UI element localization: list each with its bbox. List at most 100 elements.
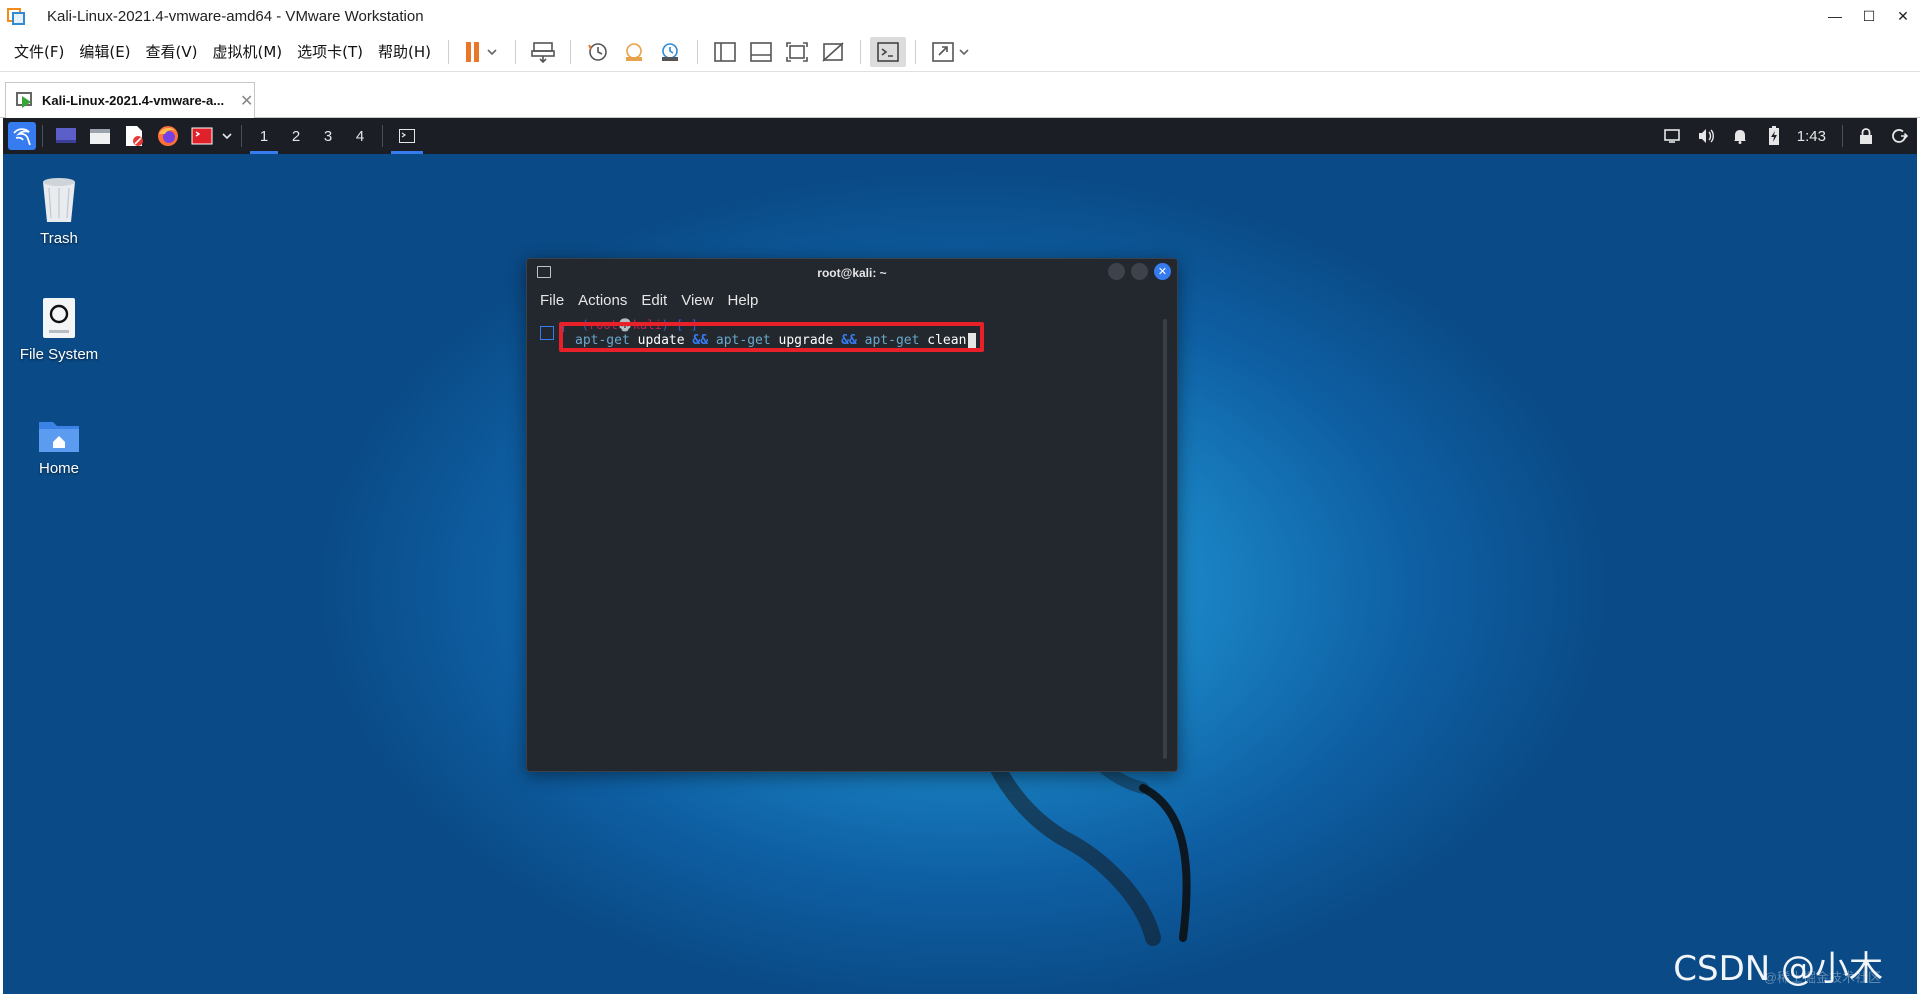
desktop-icon-home[interactable]: Home <box>3 416 119 477</box>
terminal-maximize-button[interactable] <box>1131 263 1148 280</box>
menu-help[interactable]: 帮助(H) <box>371 41 439 62</box>
menu-file[interactable]: 文件(F) <box>7 41 72 62</box>
terminal-close-button[interactable]: ✕ <box>1154 263 1171 280</box>
desktop-icon-trash[interactable]: Trash <box>3 176 119 247</box>
red-terminal-icon <box>191 127 213 145</box>
panel-separator <box>382 125 383 147</box>
revert-snapshot-icon <box>626 42 643 61</box>
panel-clock[interactable]: 1:43 <box>1791 128 1836 145</box>
lock-screen-button[interactable] <box>1849 118 1883 154</box>
panel-separator <box>42 125 43 147</box>
pause-icon <box>466 41 497 62</box>
toolbar-divider <box>515 39 517 64</box>
taskbar-terminal-window[interactable] <box>389 118 425 154</box>
close-window-button[interactable]: ✕ <box>1886 0 1920 32</box>
stretch-guest-button[interactable] <box>925 37 977 67</box>
terminal-minimize-button[interactable] <box>1108 263 1125 280</box>
desktop-icon-label: File System <box>19 346 99 363</box>
kali-top-panel: 1 2 3 4 1:43 <box>3 118 1917 154</box>
library-panel-icon <box>714 41 736 62</box>
terminal-titlebar[interactable]: root@kali: ~ ✕ <box>527 259 1177 286</box>
window-titlebar: Kali-Linux-2021.4-vmware-amd64 - VMware … <box>0 0 1920 32</box>
stretch-guest-icon <box>932 41 969 62</box>
workspace-4[interactable]: 4 <box>344 118 376 154</box>
launcher-dropdown[interactable] <box>221 123 233 149</box>
terminal-scrollbar[interactable] <box>1163 319 1167 759</box>
toolbar-divider <box>915 39 917 64</box>
text-editor-button[interactable] <box>121 123 147 149</box>
monitor-icon <box>1663 129 1680 143</box>
lock-icon <box>1860 128 1872 144</box>
terminal-menu-actions[interactable]: Actions <box>578 292 627 309</box>
vm-running-icon <box>16 91 36 110</box>
logout-button[interactable] <box>1883 118 1917 154</box>
fullscreen-icon <box>786 41 808 62</box>
terminal-window[interactable]: root@kali: ~ ✕ File Actions Edit View He… <box>526 258 1178 772</box>
guest-desktop[interactable]: 1 2 3 4 1:43 Trash File System Home root… <box>3 118 1917 994</box>
vmware-app-icon <box>7 6 27 26</box>
terminal-emulator-launcher[interactable] <box>189 123 215 149</box>
notifications-button[interactable] <box>1723 118 1757 154</box>
workspace-1[interactable]: 1 <box>248 118 280 154</box>
close-tab-icon[interactable]: ✕ <box>240 91 253 111</box>
snapshot-manager-icon <box>662 42 679 61</box>
toolbar-divider <box>448 39 450 64</box>
power-status-button[interactable] <box>1757 118 1791 154</box>
maximize-button[interactable]: ☐ <box>1852 0 1886 32</box>
window-title: Kali-Linux-2021.4-vmware-amd64 - VMware … <box>47 7 424 25</box>
volume-button[interactable] <box>1689 118 1723 154</box>
snapshot-button[interactable] <box>580 37 616 67</box>
display-button[interactable] <box>1655 118 1689 154</box>
kali-menu-button[interactable] <box>8 122 36 150</box>
csdn-watermark: CSDN @小木 <box>1673 949 1883 989</box>
toolbar-divider <box>570 39 572 64</box>
menu-view[interactable]: 查看(V) <box>139 41 206 62</box>
snapshot-clock-icon <box>588 42 607 61</box>
thumbnail-bar-icon <box>750 41 772 62</box>
terminal-window-icon <box>537 266 551 278</box>
show-desktop-button[interactable] <box>53 123 79 149</box>
desktop-icon-file-system[interactable]: File System <box>3 296 119 363</box>
file-manager-button[interactable] <box>87 123 113 149</box>
terminal-menu-edit[interactable]: Edit <box>641 292 667 309</box>
chevron-down-icon <box>222 133 232 140</box>
revert-snapshot-button[interactable] <box>616 37 652 67</box>
workspace-2[interactable]: 2 <box>280 118 312 154</box>
battery-charging-icon <box>1768 126 1779 145</box>
toolbar-divider <box>860 39 862 64</box>
vm-tab-label: Kali-Linux-2021.4-vmware-a... <box>42 93 225 108</box>
terminal-title: root@kali: ~ <box>817 265 887 280</box>
terminal-icon <box>399 129 415 143</box>
panel-separator <box>1842 125 1843 147</box>
terminal-menu-view[interactable]: View <box>681 292 713 309</box>
terminal-menu-help[interactable]: Help <box>727 292 758 309</box>
workspace-3[interactable]: 3 <box>312 118 344 154</box>
terminal-menubar: File Actions Edit View Help <box>527 286 1177 315</box>
vm-tab-kali[interactable]: Kali-Linux-2021.4-vmware-a... ✕ <box>5 82 255 118</box>
speaker-icon <box>1698 129 1714 143</box>
firefox-button[interactable] <box>155 123 181 149</box>
toolbar-divider <box>697 39 699 64</box>
unity-button[interactable] <box>815 37 851 67</box>
fullscreen-button[interactable] <box>779 37 815 67</box>
minimize-button[interactable]: — <box>1818 0 1852 32</box>
terminal-menu-file[interactable]: File <box>540 292 564 309</box>
console-view-button[interactable] <box>870 36 907 67</box>
snapshot-manager-button[interactable] <box>652 37 688 67</box>
text-editor-icon <box>126 126 143 146</box>
file-manager-icon <box>90 129 110 144</box>
panel-separator <box>241 125 242 147</box>
show-thumbnail-bar-button[interactable] <box>743 37 779 67</box>
send-ctrl-alt-del-button[interactable] <box>525 37 561 67</box>
prompt-corner <box>540 326 554 340</box>
menu-tabs[interactable]: 选项卡(T) <box>290 41 371 62</box>
drive-icon <box>43 298 75 338</box>
pause-button[interactable] <box>458 37 506 67</box>
terminal-output[interactable]: ┌──(root💀kali)-[~] apt-get update && apt… <box>527 315 1177 771</box>
vm-tabbar: Kali-Linux-2021.4-vmware-a... ✕ <box>0 72 1920 118</box>
trash-icon <box>43 178 75 222</box>
show-library-button[interactable] <box>707 37 743 67</box>
logout-icon <box>1892 129 1908 143</box>
menu-edit[interactable]: 编辑(E) <box>72 41 138 62</box>
menu-vm[interactable]: 虚拟机(M) <box>206 41 291 62</box>
